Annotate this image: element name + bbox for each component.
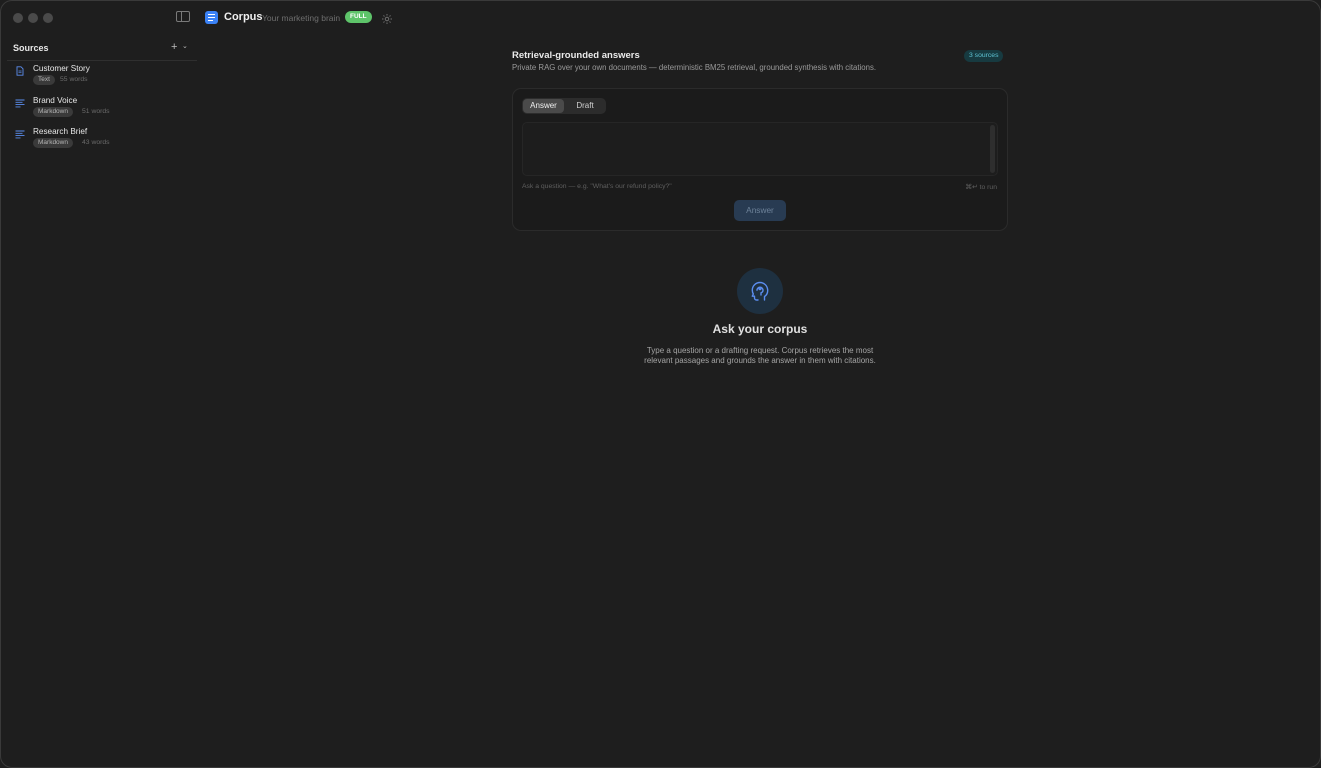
app-subtitle: Your marketing brain — [262, 13, 341, 23]
head-icon — [737, 268, 783, 314]
answer-button[interactable]: Answer — [734, 200, 786, 221]
app-logo-icon — [205, 11, 218, 24]
source-type-badge: Text — [33, 75, 55, 85]
input-scrollbar[interactable] — [990, 125, 995, 173]
source-word-count: 55 words — [60, 76, 88, 83]
sources-count-badge: 3 sources — [964, 50, 1004, 62]
close-window-button[interactable] — [13, 13, 23, 23]
input-hint: Ask a question — e.g. "What's our refund… — [522, 183, 672, 190]
shortcut-hint: ⌘↵ to run — [965, 184, 997, 191]
tab-draft[interactable]: Draft — [567, 99, 603, 113]
sources-heading: Sources — [13, 43, 49, 53]
sources-sidebar: Sources + ⌄ Customer Story Text 55 words… — [1, 35, 199, 767]
empty-state-title: Ask your corpus — [712, 322, 808, 336]
app-title: Corpus — [224, 11, 263, 23]
add-source-button[interactable]: + ⌄ — [171, 40, 191, 54]
source-name: Research Brief — [33, 127, 88, 136]
page-subtitle: Private RAG over your own documents — de… — [512, 63, 877, 72]
tab-answer[interactable]: Answer — [523, 99, 564, 113]
source-name: Customer Story — [33, 64, 90, 73]
empty-state-description: Type a question or a drafting request. C… — [644, 346, 876, 366]
source-type-badge: Markdown — [33, 107, 73, 117]
minimize-window-button[interactable] — [28, 13, 38, 23]
query-card: Answer Draft Ask a question — e.g. "What… — [512, 88, 1008, 231]
plan-badge: FULL — [345, 11, 372, 23]
source-item-research-brief[interactable]: Research Brief Markdown 43 words — [15, 127, 195, 155]
source-item-customer-story[interactable]: Customer Story Text 55 words — [15, 64, 195, 92]
settings-gear-icon[interactable] — [381, 12, 393, 24]
question-input[interactable] — [522, 122, 998, 176]
source-item-brand-voice[interactable]: Brand Voice Markdown 51 words — [15, 96, 195, 124]
page-title: Retrieval-grounded answers — [512, 50, 640, 61]
mode-segmented-control: Answer Draft — [522, 98, 606, 114]
source-word-count: 43 words — [82, 139, 110, 146]
document-icon — [16, 66, 24, 76]
lines-icon — [15, 130, 25, 139]
chevron-down-icon: ⌄ — [182, 43, 188, 50]
zoom-window-button[interactable] — [43, 13, 53, 23]
sidebar-divider — [7, 60, 197, 61]
source-name: Brand Voice — [33, 96, 78, 105]
source-word-count: 51 words — [82, 108, 110, 115]
source-type-badge: Markdown — [33, 138, 73, 148]
app-window: Corpus Your marketing brain FULL Sources… — [0, 0, 1321, 768]
sidebar-toggle-icon[interactable] — [176, 11, 190, 22]
lines-icon — [15, 99, 25, 108]
plus-icon: + — [171, 41, 178, 53]
